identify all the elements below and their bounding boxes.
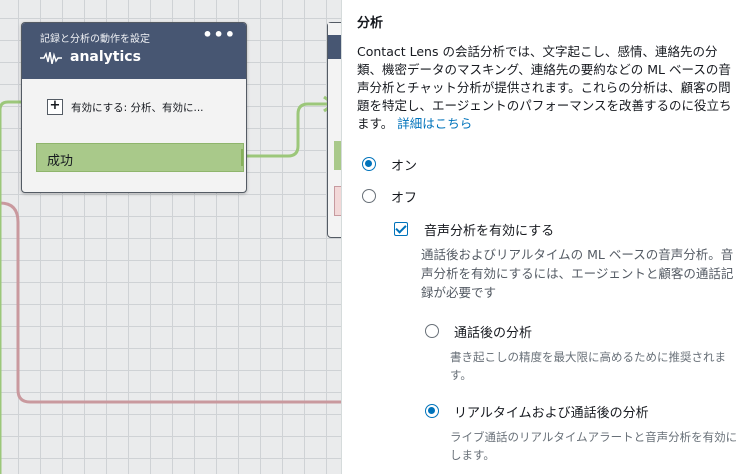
panel-description: Contact Lens の会話分析では、文字起こし、感情、連絡先の分類、機密デ… — [357, 43, 741, 133]
realtime-label[interactable]: リアルタイムおよび通話後の分析 — [454, 402, 649, 421]
properties-panel: 分析 Contact Lens の会話分析では、文字起こし、感情、連絡先の分類、… — [341, 0, 746, 474]
panel-title: 分析 — [357, 16, 384, 31]
analytics-on-radio[interactable] — [362, 157, 376, 171]
block-body: + 有効にする: 分析、有効に... 成功 — [22, 79, 246, 190]
flow-canvas[interactable]: 記録と分析の動作を設定 ••• analytics + 有効にする: 分析、有効… — [0, 0, 341, 474]
block-description: 有効にする: 分析、有効に... — [71, 102, 204, 114]
next-block-top-strip — [328, 23, 341, 35]
analytics-off-label[interactable]: オフ — [391, 187, 417, 206]
post-call-help: 書き起こしの精度を最大限に高めるために推奨されます。 — [450, 350, 726, 382]
next-block-error-branch[interactable] — [334, 186, 341, 216]
post-call-radio[interactable] — [425, 324, 439, 338]
success-output-port[interactable] — [241, 149, 243, 166]
enable-voice-analytics-checkbox[interactable] — [394, 222, 408, 236]
analytics-block[interactable]: 記録と分析の動作を設定 ••• analytics + 有効にする: 分析、有効… — [21, 22, 247, 193]
analytics-off-radio[interactable] — [362, 189, 376, 203]
more-options-icon[interactable]: ••• — [202, 25, 236, 44]
next-block[interactable] — [327, 22, 341, 238]
success-branch[interactable]: 成功 — [36, 143, 244, 172]
enable-voice-analytics-label[interactable]: 音声分析を有効にする — [424, 220, 554, 239]
expand-button[interactable]: + — [47, 99, 63, 115]
learn-more-link[interactable]: 詳細はこちら — [397, 116, 472, 131]
realtime-help: ライブ通話のリアルタイムアラートと音声分析を有効にします。 — [450, 430, 738, 462]
success-connector — [245, 102, 332, 158]
block-title: analytics — [70, 49, 141, 65]
next-block-success-branch[interactable] — [334, 141, 341, 170]
waveform-icon — [40, 52, 62, 64]
voice-analytics-help: 通話後およびリアルタイムの ML ベースの音声分析。音声分析を有効にするには、エ… — [421, 247, 734, 300]
post-call-label[interactable]: 通話後の分析 — [454, 322, 532, 341]
error-connector — [0, 201, 341, 404]
realtime-radio[interactable] — [425, 404, 439, 418]
block-header: 記録と分析の動作を設定 ••• analytics — [22, 23, 246, 79]
success-label: 成功 — [47, 154, 74, 169]
analytics-on-label[interactable]: オン — [391, 155, 417, 174]
block-type-label: 記録と分析の動作を設定 — [40, 34, 150, 45]
